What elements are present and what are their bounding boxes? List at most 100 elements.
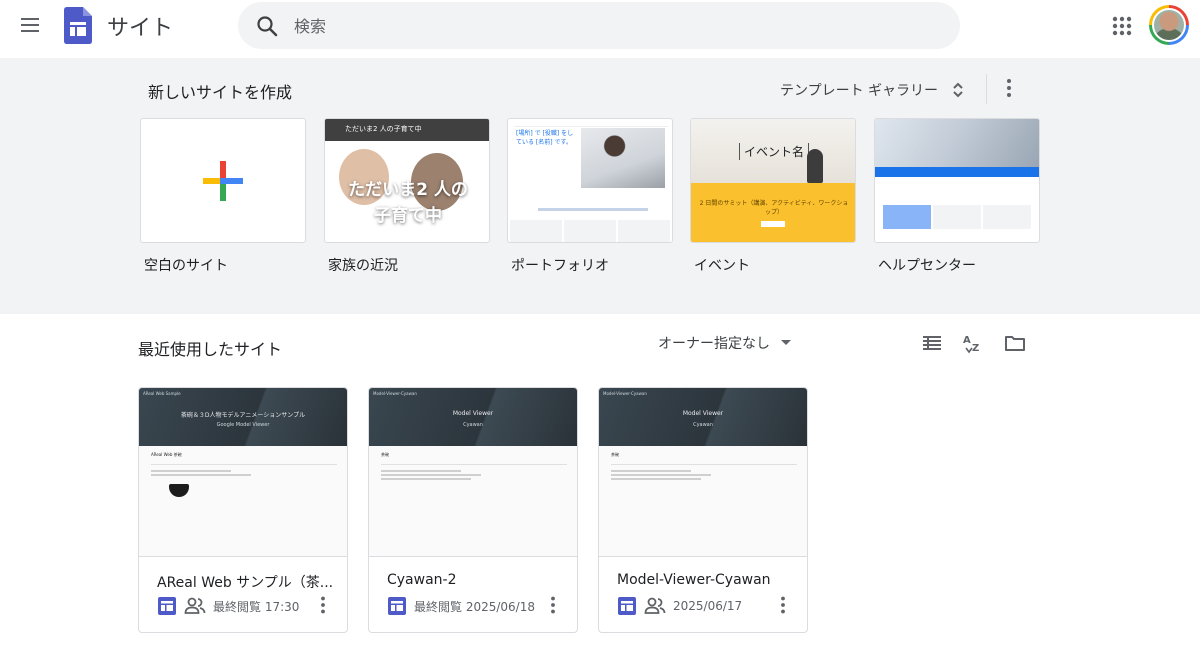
thumbnail-hero — [875, 119, 1039, 167]
thumbnail-headline: ただいま2 人の 子育て中 — [333, 177, 483, 229]
template-event[interactable]: イベント名 2 日間のサミット（講演、アクティビティ、ワークショップ） イベント — [690, 118, 856, 275]
site-preview-subtitle: Cyawan — [693, 422, 713, 428]
template-blank-site[interactable]: 空白のサイト — [140, 118, 306, 275]
thumbnail-event-text: 2 日間のサミット（講演、アクティビティ、ワークショップ） — [699, 200, 849, 216]
create-new-site-heading: 新しいサイトを作成 — [148, 83, 293, 102]
template-thumbnail — [874, 118, 1040, 243]
divider — [986, 74, 987, 104]
more-vert-icon[interactable] — [773, 595, 793, 615]
thumbnail-hero: イベント名 — [691, 119, 855, 183]
thumbnail-caption — [538, 208, 648, 211]
site-name: Model-Viewer-Cyawan — [617, 572, 771, 588]
sort-az-icon[interactable]: A Z — [961, 331, 985, 355]
template-label: 空白のサイト — [144, 258, 228, 274]
site-preview-title: Model Viewer — [682, 410, 724, 417]
site-preview-text-line — [381, 474, 481, 476]
dropdown-arrow-icon — [781, 340, 791, 345]
site-preview-text-line — [381, 470, 461, 472]
thumbnail-tile — [883, 205, 931, 229]
site-preview-heading: 茶碗 — [381, 452, 389, 457]
thumbnail-button — [761, 221, 785, 227]
plus-icon — [203, 161, 243, 201]
site-preview-text-line — [611, 478, 701, 480]
thumbnail-photo — [581, 128, 665, 188]
site-preview-text-line — [151, 470, 231, 472]
folder-icon[interactable] — [1003, 331, 1027, 355]
site-preview-text-line — [611, 474, 711, 476]
svg-text:Z: Z — [972, 343, 979, 354]
search-input[interactable] — [294, 12, 934, 40]
site-preview-subtitle: Cyawan — [463, 422, 483, 428]
sites-file-icon — [618, 597, 636, 615]
thumbnail-tile — [983, 205, 1031, 229]
template-label: 家族の近況 — [328, 258, 398, 274]
search-icon[interactable] — [255, 14, 279, 38]
template-label: イベント — [694, 258, 750, 274]
last-viewed: 最終閲覧 17:30 — [213, 599, 300, 614]
template-thumbnail: イベント名 2 日間のサミット（講演、アクティビティ、ワークショップ） — [690, 118, 856, 243]
site-preview-banner: Model-Viewer-Cyawan Model Viewer Cyawan — [599, 388, 807, 446]
site-preview-divider — [611, 464, 797, 465]
template-gallery-toggle[interactable]: テンプレート ギャラリー — [780, 77, 970, 103]
site-preview-subtitle: Google Model Viewer — [216, 422, 270, 428]
thumbnail-tiles — [508, 220, 672, 242]
template-gallery-label: テンプレート ギャラリー — [780, 83, 939, 99]
thumbnail-event-title: イベント名 — [739, 143, 810, 160]
sites-file-icon — [388, 597, 406, 615]
search-bar[interactable] — [238, 2, 960, 49]
site-preview-banner: AReal Web Sample 茶碗＆３D人物モデルアニメーションサンプル G… — [139, 388, 347, 446]
site-preview-heading: 茶碗 — [611, 452, 619, 457]
recent-site-card[interactable]: Model-Viewer-Cyawan Model Viewer Cyawan … — [368, 387, 578, 633]
site-preview-title: 茶碗＆３D人物モデルアニメーションサンプル — [180, 412, 306, 419]
template-label: ヘルプセンター — [878, 258, 976, 274]
recent-site-card[interactable]: Model-Viewer-Cyawan Model Viewer Cyawan … — [598, 387, 808, 633]
site-meta: 2025/06/17 — [617, 596, 742, 616]
template-thumbnail — [140, 118, 306, 243]
shared-people-icon — [184, 597, 206, 614]
svg-text:A: A — [963, 335, 971, 346]
site-meta: 最終閲覧 2025/06/18 — [387, 596, 535, 616]
site-preview: Model-Viewer-Cyawan Model Viewer Cyawan … — [369, 388, 577, 557]
site-preview-heading: AReal Web 茶碗 — [151, 452, 182, 457]
owner-filter-dropdown[interactable]: オーナー指定なし — [658, 332, 792, 354]
thumbnail-site-title: ただいま2 人の子育て中 — [345, 125, 422, 133]
site-preview-small-title: Model-Viewer-Cyawan — [603, 391, 647, 396]
site-preview-text-line — [611, 470, 691, 472]
menu-icon-line — [21, 18, 39, 20]
list-view-icon[interactable] — [920, 331, 944, 355]
site-preview-divider — [151, 464, 337, 465]
menu-icon-line — [21, 24, 39, 26]
more-vert-icon[interactable] — [997, 76, 1021, 100]
app-title[interactable]: サイト — [107, 10, 173, 42]
owner-filter-label: オーナー指定なし — [658, 336, 770, 352]
expand-collapse-icon — [953, 82, 963, 98]
avatar[interactable] — [1149, 5, 1189, 45]
sites-logo-icon[interactable] — [64, 7, 92, 44]
site-meta: 最終閲覧 17:30 — [157, 596, 299, 616]
apps-grid-icon[interactable] — [1110, 14, 1134, 38]
template-gallery: 新しいサイトを作成 テンプレート ギャラリー 空白のサイト ただいま2 人の子育… — [0, 58, 1200, 314]
template-family-updates[interactable]: ただいま2 人の子育て中 ただいま2 人の 子育て中 家族の近況 — [324, 118, 490, 275]
more-vert-icon[interactable] — [543, 595, 563, 615]
template-help-center[interactable]: ヘルプセンター — [874, 118, 1040, 275]
more-vert-icon[interactable] — [313, 595, 333, 615]
thumbnail-headline-line: 子育て中 — [374, 206, 442, 226]
last-viewed: 最終閲覧 2025/06/18 — [414, 599, 535, 614]
site-preview: AReal Web Sample 茶碗＆３D人物モデルアニメーションサンプル G… — [139, 388, 347, 557]
thumbnail-tile — [933, 205, 981, 229]
template-label: ポートフォリオ — [511, 258, 609, 274]
thumbnail-nav — [514, 123, 668, 127]
recent-sites-heading: 最近使用したサイト — [138, 340, 283, 359]
site-preview-banner: Model-Viewer-Cyawan Model Viewer Cyawan — [369, 388, 577, 446]
recent-site-card[interactable]: AReal Web Sample 茶碗＆３D人物モデルアニメーションサンプル G… — [138, 387, 348, 633]
site-preview-title: Model Viewer — [452, 410, 494, 417]
site-preview-divider — [381, 464, 567, 465]
site-preview-text-line — [151, 474, 251, 476]
thumbnail-nav-bar: ただいま2 人の子育て中 — [325, 119, 489, 141]
template-thumbnail: [場所] で [役職] をしている [名前] です。 — [507, 118, 673, 243]
site-name: Cyawan-2 — [387, 572, 457, 588]
menu-icon-line — [21, 30, 39, 32]
template-portfolio[interactable]: [場所] で [役職] をしている [名前] です。 ポートフォリオ — [507, 118, 673, 275]
thumbnail-person — [807, 149, 823, 183]
main-menu-button[interactable] — [14, 9, 46, 41]
